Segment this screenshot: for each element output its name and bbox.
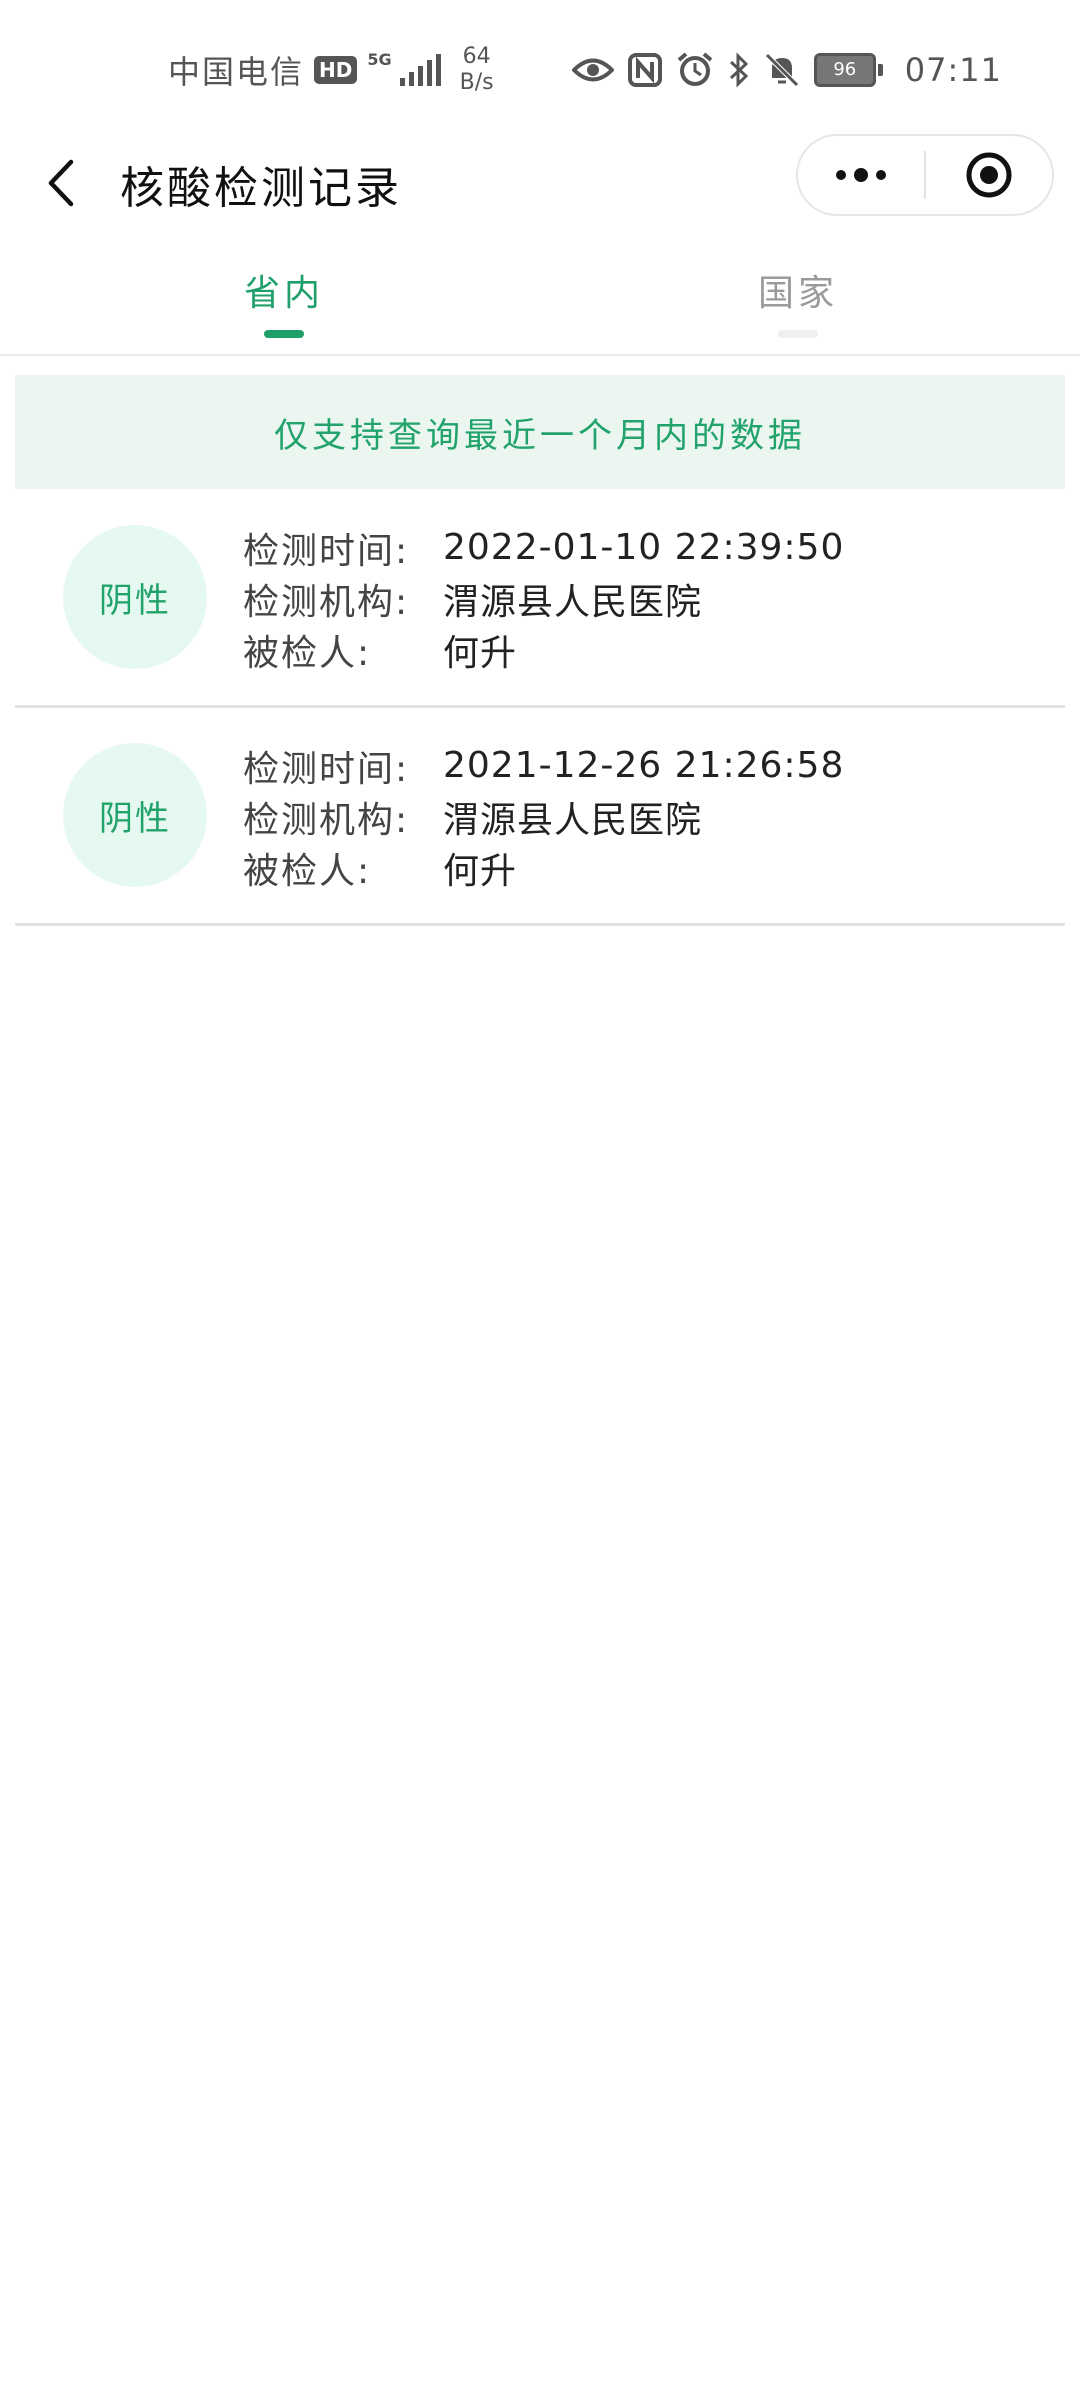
test-time-value: 2021-12-26 21:26:58 [443, 745, 845, 786]
record-list: 阴性 检测时间: 2022-01-10 22:39:50 检测机构: 渭源县人民… [15, 490, 1065, 926]
test-time-row: 检测时间: 2022-01-10 22:39:50 [243, 522, 844, 573]
battery-level: 96 [813, 53, 876, 87]
nfc-icon [627, 53, 662, 87]
test-time-label: 检测时间: [243, 748, 410, 790]
speed-value: 64 [462, 44, 491, 69]
page-title: 核酸检测记录 [120, 163, 402, 214]
tab-inactive-indicator [778, 330, 818, 338]
test-record[interactable]: 阴性 检测时间: 2021-12-26 21:26:58 检测机构: 渭源县人民… [15, 708, 1065, 926]
speed-unit: B/s [459, 70, 494, 95]
test-org-label: 检测机构: [243, 799, 410, 841]
eye-icon [571, 55, 614, 85]
region-tabs: 省内 国家 [0, 248, 1080, 356]
tested-person-row: 被检人: 何升 [243, 624, 844, 675]
close-program-button[interactable] [926, 136, 1052, 214]
mute-icon [764, 52, 800, 88]
test-time-value: 2022-01-10 22:39:50 [443, 527, 845, 568]
hd-icon: HD [314, 56, 358, 84]
test-time-row: 检测时间: 2021-12-26 21:26:58 [243, 740, 844, 791]
tested-person-value: 何升 [443, 632, 518, 674]
bluetooth-icon [728, 52, 750, 88]
back-button[interactable] [30, 148, 90, 218]
status-bar: 中国电信 HD 5G 64 B/s 96 07:11 [0, 0, 1080, 130]
network-speed: 64 B/s [460, 44, 494, 96]
alarm-icon [676, 52, 714, 88]
record-info: 检测时间: 2021-12-26 21:26:58 检测机构: 渭源县人民医院 … [243, 740, 844, 893]
mini-program-capsule [796, 134, 1054, 216]
tab-active-indicator [264, 330, 304, 338]
record-info: 检测时间: 2022-01-10 22:39:50 检测机构: 渭源县人民医院 … [243, 522, 844, 675]
status-bar-right: 96 07:11 [571, 44, 1002, 96]
tested-person-value: 何升 [443, 850, 518, 892]
more-dots-icon [836, 168, 886, 182]
status-bar-left: 中国电信 HD 5G 64 B/s [168, 40, 494, 100]
test-org-value: 渭源县人民医院 [443, 799, 703, 841]
tab-national[interactable]: 国家 [698, 248, 898, 354]
test-record[interactable]: 阴性 检测时间: 2022-01-10 22:39:50 检测机构: 渭源县人民… [15, 490, 1065, 708]
tested-person-label: 被检人: [243, 632, 372, 674]
result-badge: 阴性 [63, 525, 207, 669]
tab-province[interactable]: 省内 [184, 248, 384, 354]
test-time-label: 检测时间: [243, 530, 410, 572]
tab-province-label: 省内 [243, 273, 324, 314]
test-org-row: 检测机构: 渭源县人民医院 [243, 791, 844, 842]
battery-icon: 96 [813, 53, 883, 87]
signal-icon: 5G [367, 52, 443, 88]
navigation-bar: 核酸检测记录 [0, 130, 1080, 240]
carrier-name: 中国电信 [168, 53, 305, 91]
tab-national-label: 国家 [757, 273, 838, 314]
test-org-row: 检测机构: 渭源县人民医院 [243, 573, 844, 624]
test-org-value: 渭源县人民医院 [443, 581, 703, 623]
tested-person-row: 被检人: 何升 [243, 842, 844, 893]
result-badge: 阴性 [63, 743, 207, 887]
network-type: 5G [367, 50, 392, 69]
chevron-left-icon [48, 159, 74, 207]
notice-banner: 仅支持查询最近一个月内的数据 [15, 375, 1065, 489]
status-time: 07:11 [904, 51, 1002, 89]
test-org-label: 检测机构: [243, 581, 410, 623]
target-icon [966, 152, 1012, 198]
more-button[interactable] [798, 136, 924, 214]
tested-person-label: 被检人: [243, 850, 372, 892]
